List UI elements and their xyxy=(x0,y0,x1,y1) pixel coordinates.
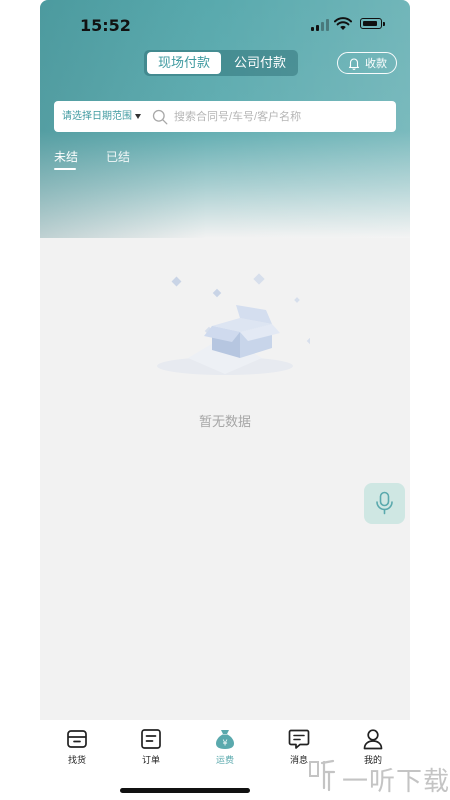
signal-icon xyxy=(311,19,329,31)
bell-icon xyxy=(348,58,360,70)
microphone-icon xyxy=(376,491,393,515)
tab-label: 订单 xyxy=(141,755,160,765)
header: 15:52 现场付款 公司付款 收款 请选择日期范围 搜索合同号/车号/客户名称… xyxy=(40,0,410,238)
money-bag-icon: ¥ xyxy=(216,730,234,749)
message-icon xyxy=(288,729,310,749)
empty-box-illustration xyxy=(157,273,310,375)
date-range-picker[interactable]: 请选择日期范围 xyxy=(62,101,132,132)
collect-button[interactable]: 收款 xyxy=(337,52,397,74)
svg-text:¥: ¥ xyxy=(222,739,227,748)
tab-label: 找货 xyxy=(67,755,86,765)
wifi-icon xyxy=(334,17,352,30)
status-bar: 15:52 xyxy=(40,0,410,48)
tab-onsite-payment[interactable]: 现场付款 xyxy=(147,52,221,74)
voice-input-button[interactable] xyxy=(364,483,405,524)
tab-find-goods[interactable]: 找货 xyxy=(51,728,103,772)
box-icon xyxy=(67,730,87,748)
tab-freight[interactable]: ¥ 运费 xyxy=(199,728,251,772)
home-indicator xyxy=(120,788,250,793)
tab-unsettled[interactable]: 未结 xyxy=(54,148,78,165)
payment-type-segment: 现场付款 公司付款 xyxy=(144,50,298,76)
active-tab-indicator xyxy=(54,168,76,170)
empty-state-text: 暂无数据 xyxy=(198,414,251,429)
watermark-logo-icon xyxy=(309,759,336,792)
watermark: 一听下载 xyxy=(296,756,450,796)
status-time: 15:52 xyxy=(80,16,131,35)
watermark-text: 一听下载 xyxy=(342,766,450,796)
user-icon xyxy=(363,729,383,750)
search-input[interactable] xyxy=(174,101,384,132)
battery-icon xyxy=(360,18,385,29)
caret-down-icon[interactable] xyxy=(135,114,141,119)
app-screen: 15:52 现场付款 公司付款 收款 请选择日期范围 搜索合同号/车号/客户名称… xyxy=(40,0,410,800)
order-icon xyxy=(141,729,161,749)
search-icon xyxy=(152,109,168,125)
tab-label: 运费 xyxy=(215,755,234,765)
collect-label: 收款 xyxy=(365,58,387,70)
tab-company-payment[interactable]: 公司付款 xyxy=(224,52,296,74)
tab-orders[interactable]: 订单 xyxy=(125,728,177,772)
tab-settled[interactable]: 已结 xyxy=(106,148,130,165)
search-bar: 请选择日期范围 xyxy=(54,101,396,132)
